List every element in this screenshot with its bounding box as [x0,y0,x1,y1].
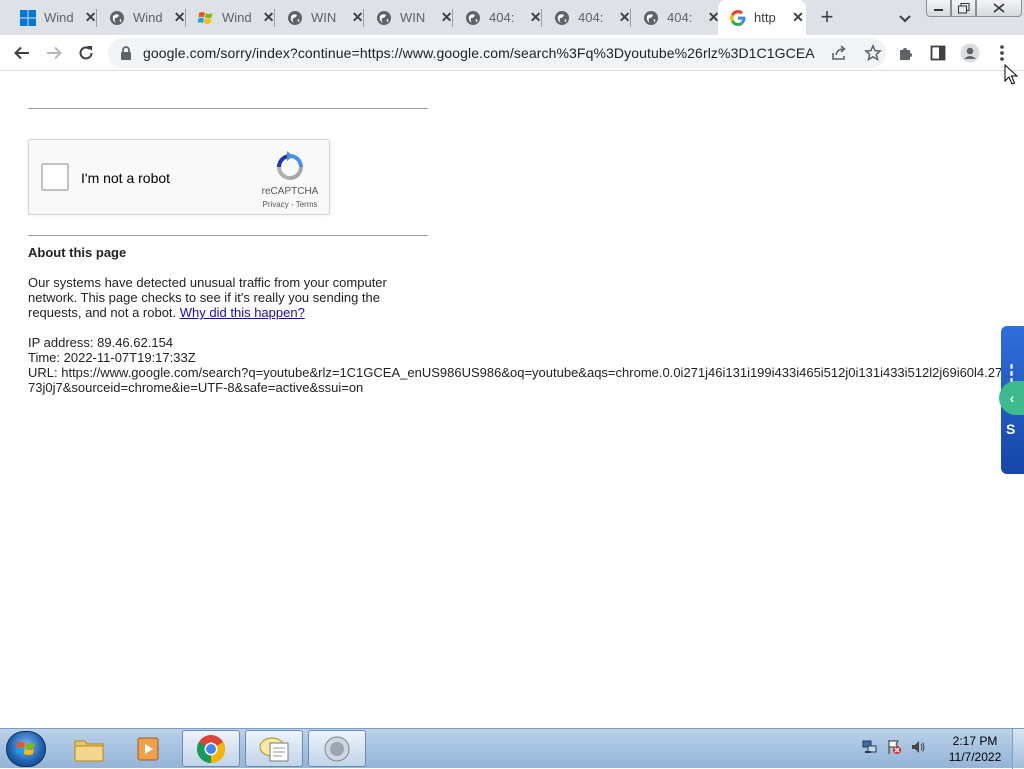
why-link[interactable]: Why did this happen? [180,305,305,320]
tab-4[interactable]: WIN ✕ [275,0,364,35]
lock-icon[interactable] [119,46,133,60]
globe-icon [376,10,392,26]
tab-7[interactable]: 404: ✕ [542,0,631,35]
taskbar-media-player[interactable] [120,730,178,767]
tab-5[interactable]: WIN ✕ [364,0,453,35]
recaptcha-checkbox[interactable] [41,163,69,191]
taskbar-explorer[interactable] [60,730,118,767]
windows-flag-icon [198,10,214,26]
volume-icon[interactable] [910,739,926,760]
tab-1[interactable]: Wind ✕ [8,0,97,35]
time-stamp: Time: 2022-11-07T19:17:33Z [28,350,196,365]
tab-8[interactable]: 404: ✕ [631,0,720,35]
taskbar-sound-app[interactable] [308,730,366,767]
start-button[interactable] [6,731,46,767]
taskbar: 2:17 PM 11/7/2022 [0,728,1024,769]
tab-6[interactable]: 404: ✕ [453,0,542,35]
taskbar-notes[interactable] [245,730,303,767]
recaptcha-privacy-terms[interactable]: Privacy - Terms [257,200,323,209]
side-extension-widget[interactable]: ▮▮▮ ‹ S [999,326,1024,474]
tab-title: WIN [311,10,337,25]
restore-button[interactable] [951,0,976,17]
browser-window: Wind ✕ Wind ✕ Wind ✕ WIN ✕ WIN ✕ 404: ✕ … [0,0,1024,71]
tab-title: Wind [44,10,74,25]
url-text[interactable]: google.com/sorry/index?continue=https://… [143,45,815,61]
tab-title: Wind [222,10,252,25]
menu-kebab-icon[interactable] [990,41,1014,65]
bookmark-star-icon[interactable] [863,43,883,63]
clock-time: 2:17 PM [952,734,998,748]
globe-icon [109,10,125,26]
reload-button[interactable] [74,41,98,65]
page-content: I'm not a robot reCAPTCHA Privacy - Term… [0,71,1024,728]
taskbar-chrome[interactable] [182,730,240,767]
tab-title: Wind [133,10,163,25]
system-clock[interactable]: 2:17 PM 11/7/2022 [940,733,1010,765]
close-window-button[interactable] [976,0,1022,17]
tab-strip: Wind ✕ Wind ✕ Wind ✕ WIN ✕ WIN ✕ 404: ✕ … [0,0,1024,35]
globe-icon [554,10,570,26]
profile-avatar-icon[interactable] [958,41,982,65]
minimize-button[interactable] [926,0,951,17]
recaptcha-widget: I'm not a robot reCAPTCHA Privacy - Term… [28,139,330,215]
side-panel-icon[interactable] [926,41,950,65]
request-url: URL: https://www.google.com/search?q=you… [28,365,1003,395]
unusual-traffic-paragraph: Our systems have detected unusual traffi… [28,275,400,320]
clock-date: 11/7/2022 [948,750,1002,764]
ip-address: IP address: 89.46.62.154 [28,335,174,350]
tab-title: 404: [489,10,515,25]
globe-icon [465,10,481,26]
extension-logo-icon: S [1006,421,1016,437]
new-tab-button[interactable]: + [815,6,839,30]
about-heading: About this page [28,245,127,260]
divider [28,108,428,109]
mouse-cursor-icon [1004,63,1019,86]
system-tray [862,739,926,760]
request-info: IP address: 89.46.62.154 Time: 2022-11-0… [28,335,1003,395]
tab-title: 404: [578,10,604,25]
globe-icon [643,10,659,26]
share-icon[interactable] [829,43,849,63]
forward-button[interactable] [42,41,66,65]
address-bar[interactable]: google.com/sorry/index?continue=https://… [108,38,886,68]
show-desktop-button[interactable] [1012,729,1024,769]
tab-3[interactable]: Wind ✕ [186,0,275,35]
tab-title: http [754,10,776,25]
tab-9-active[interactable]: http ✕ [718,0,806,35]
window-controls [926,0,1022,18]
network-icon[interactable] [862,739,878,760]
tab-title: WIN [400,10,426,25]
globe-icon [287,10,303,26]
tab-search-icon[interactable] [895,8,915,28]
recaptcha-brand: reCAPTCHA [261,186,319,197]
divider [28,235,428,236]
google-icon [730,9,746,26]
close-tab-icon[interactable]: ✕ [790,9,806,26]
tab-title: 404: [667,10,693,25]
windows-icon [20,9,36,26]
extensions-icon[interactable] [894,41,918,65]
tab-2[interactable]: Wind ✕ [97,0,186,35]
recaptcha-logo-icon [274,151,306,183]
browser-toolbar: google.com/sorry/index?continue=https://… [0,35,1024,71]
chevron-left-icon[interactable]: ‹ [999,381,1024,415]
action-center-flag-icon[interactable] [886,739,902,760]
back-button[interactable] [10,41,34,65]
recaptcha-label: I'm not a robot [81,170,171,186]
